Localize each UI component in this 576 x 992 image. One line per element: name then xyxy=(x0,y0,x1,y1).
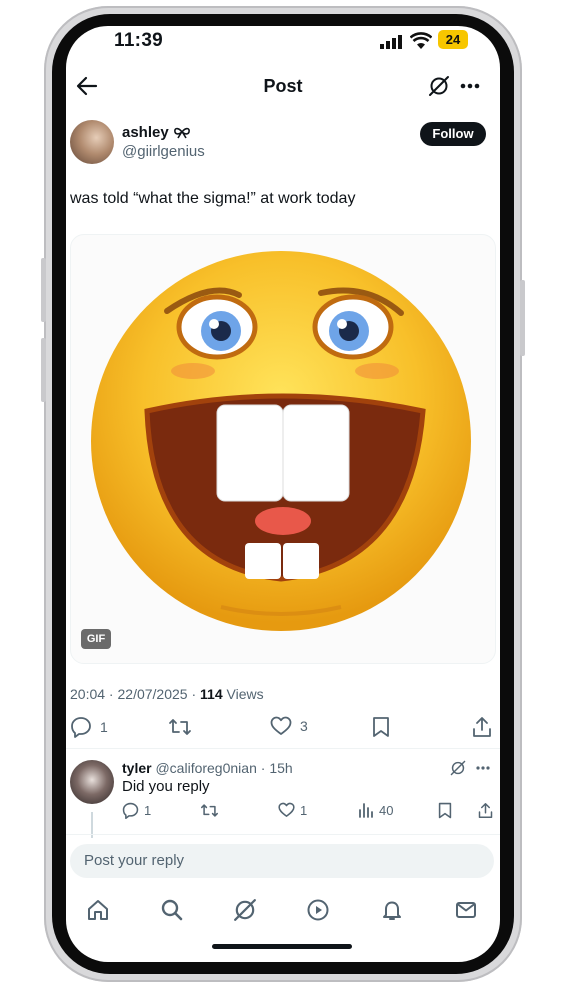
reply-reply-button[interactable]: 1 xyxy=(122,802,151,819)
screen: 11:39 24 Post ashley @giirlgenius Follow… xyxy=(66,26,500,962)
like-button[interactable]: 3 xyxy=(270,716,308,736)
post-media-gif[interactable]: GIF xyxy=(70,234,496,664)
views-label: Views xyxy=(226,686,264,702)
views-count: 114 xyxy=(200,686,223,702)
reply-share-button[interactable] xyxy=(478,802,493,819)
reply-bookmark-button[interactable] xyxy=(438,802,452,819)
reply-handle: @califoreg0nian xyxy=(155,760,257,776)
notifications-icon[interactable] xyxy=(380,898,404,922)
reply-reply-count: 1 xyxy=(144,803,152,818)
share-button[interactable] xyxy=(472,716,492,738)
side-button xyxy=(520,280,525,356)
reply-views-count: 40 xyxy=(379,802,394,818)
wifi-icon xyxy=(410,32,432,50)
post-time: 20:04 xyxy=(70,686,106,702)
more-icon[interactable] xyxy=(460,83,480,89)
retweet-button[interactable] xyxy=(168,716,192,738)
reply-name: tyler xyxy=(122,760,152,776)
home-indicator xyxy=(212,944,352,949)
reply-button[interactable]: 1 xyxy=(70,716,108,738)
reply-more-icon[interactable] xyxy=(476,766,490,770)
reply-icon xyxy=(122,802,139,819)
reply-author[interactable]: tyler @califoreg0nian · 15h xyxy=(122,760,293,776)
like-count: 3 xyxy=(300,718,308,734)
like-icon xyxy=(270,716,292,735)
battery-indicator: 24 xyxy=(438,30,468,49)
share-icon xyxy=(478,803,493,818)
bookmark-button[interactable] xyxy=(372,716,390,738)
post-text: was told “what the sigma!” at work today xyxy=(70,190,356,207)
status-bar: 11:39 24 xyxy=(66,26,500,60)
bottom-tab-bar xyxy=(66,894,500,930)
grok-icon[interactable] xyxy=(233,898,257,922)
reply-like-count: 1 xyxy=(300,802,308,818)
reply-time: 15h xyxy=(269,760,293,776)
reply-icon xyxy=(71,717,91,738)
divider xyxy=(66,834,500,835)
author-name[interactable]: ashley xyxy=(122,124,191,141)
share-icon xyxy=(473,717,491,737)
home-icon[interactable] xyxy=(86,898,110,922)
laughing-emoji-image xyxy=(91,251,471,631)
reply-avatar[interactable] xyxy=(70,760,114,804)
post-meta: 20:04 · 22/07/2025 · 114 Views xyxy=(70,686,264,702)
reply-retweet-button[interactable] xyxy=(200,802,219,819)
avatar[interactable] xyxy=(70,120,114,164)
reply-count: 1 xyxy=(100,719,108,735)
video-icon[interactable] xyxy=(306,898,330,922)
bookmark-icon xyxy=(438,802,452,819)
reply-input-placeholder: Post your reply xyxy=(84,852,185,869)
follow-button[interactable]: Follow xyxy=(420,122,486,146)
signal-icon xyxy=(380,35,402,49)
reply-text: Did you reply xyxy=(122,778,210,795)
retweet-icon xyxy=(169,719,191,735)
reply-input[interactable]: Post your reply xyxy=(70,844,494,878)
divider xyxy=(66,748,500,749)
reply-grok-icon[interactable] xyxy=(450,760,466,776)
reply-actions: 1 1 40 xyxy=(122,802,500,824)
top-nav: Post xyxy=(66,70,500,104)
bookmark-icon xyxy=(373,717,389,737)
post-date: 22/07/2025 xyxy=(117,686,188,702)
like-icon xyxy=(278,802,295,817)
side-button xyxy=(41,338,46,402)
views-icon xyxy=(359,803,373,818)
reply-like-button[interactable]: 1 xyxy=(278,802,307,818)
reply-views-button[interactable]: 40 xyxy=(358,802,393,818)
bow-emoji-icon xyxy=(173,127,190,139)
retweet-icon xyxy=(200,804,218,817)
search-icon[interactable] xyxy=(160,898,184,922)
side-button xyxy=(41,258,46,322)
status-time: 11:39 xyxy=(114,30,164,51)
post-actions: 1 3 xyxy=(70,716,494,740)
messages-icon[interactable] xyxy=(454,898,478,922)
grok-icon[interactable] xyxy=(428,75,450,97)
gif-badge: GIF xyxy=(81,629,111,649)
author-handle[interactable]: @giirlgenius xyxy=(122,143,205,160)
